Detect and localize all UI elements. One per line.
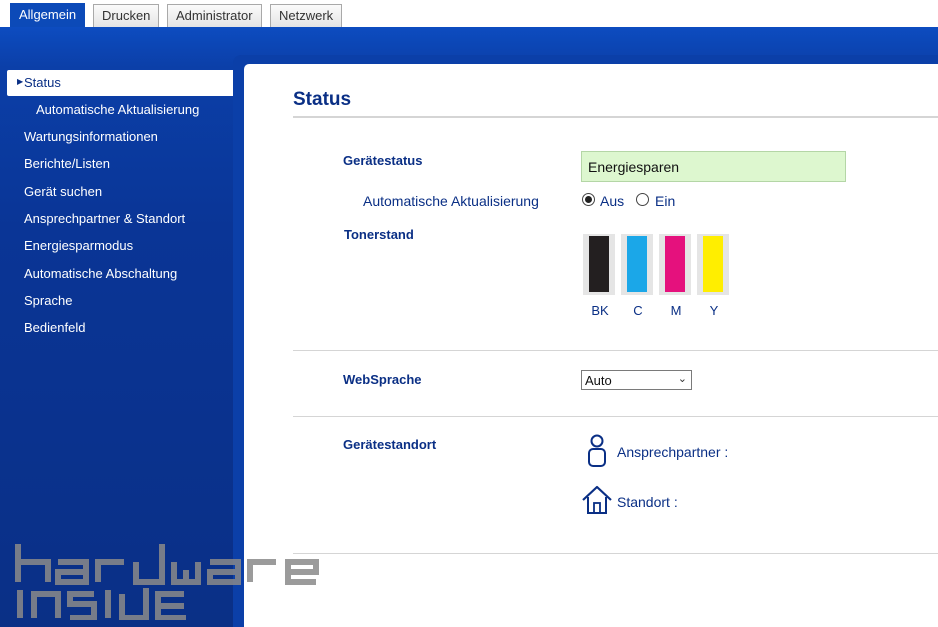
divider [293, 553, 938, 554]
tab-netzwerk[interactable]: Netzwerk [270, 4, 343, 27]
tab-allgemein[interactable]: Allgemein [10, 3, 86, 30]
sidebar-item-auto-update[interactable]: Automatische Aktualisierung [36, 102, 199, 117]
toner-m-label: M [670, 303, 682, 318]
device-status-label: Gerätestatus [343, 153, 423, 168]
toner-bk-ink [589, 236, 609, 292]
toner-bk-gauge [583, 234, 615, 295]
caret-right-icon: ▶ [17, 77, 24, 86]
device-status-value: Energiesparen [581, 151, 846, 182]
toner-y-gauge [697, 234, 729, 295]
home-icon [582, 485, 612, 514]
web-language-value: Auto [585, 373, 612, 388]
web-language-select[interactable]: Auto ⌄ [581, 370, 692, 390]
divider [293, 416, 938, 417]
toner-bk-label: BK [591, 303, 609, 318]
tab-administrator[interactable]: Administrator [167, 4, 262, 27]
auto-update-on-radio[interactable] [636, 193, 649, 206]
auto-update-off-radio[interactable] [582, 193, 595, 206]
chevron-down-icon: ⌄ [677, 373, 687, 385]
tab-drucken[interactable]: Drucken [93, 4, 160, 27]
toner-m-gauge [659, 234, 691, 295]
auto-update-label: Automatische Aktualisierung [363, 193, 539, 209]
page-title: Status [293, 89, 352, 110]
sidebar-item-maintenance[interactable]: Wartungsinformationen [24, 129, 158, 144]
sidebar-item-auto-power-off[interactable]: Automatische Abschaltung [24, 266, 177, 281]
auto-update-on-label[interactable]: Ein [655, 193, 675, 209]
sidebar-item-control-panel[interactable]: Bedienfeld [24, 320, 85, 335]
auto-update-off-label[interactable]: Aus [600, 193, 624, 209]
sidebar-item-label: Status [24, 75, 61, 90]
divider [293, 350, 938, 351]
toner-c-gauge [621, 234, 653, 295]
location-label: Gerätestandort [343, 437, 437, 452]
watermark-logo [15, 544, 319, 620]
sidebar-item-reports[interactable]: Berichte/Listen [24, 156, 110, 171]
sidebar-item-power-save[interactable]: Energiesparmodus [24, 238, 133, 253]
toner-y-ink [703, 236, 723, 292]
toner-c-label: C [633, 303, 643, 318]
top-tab-bar: Allgemein Drucken Administrator Netzwerk [0, 0, 938, 30]
site-label: Standort : [617, 494, 678, 510]
divider [293, 116, 938, 118]
toner-label: Tonerstand [344, 227, 414, 242]
sidebar-item-language[interactable]: Sprache [24, 293, 72, 308]
web-language-label: WebSprache [343, 372, 422, 387]
toner-y-label: Y [709, 303, 719, 318]
sidebar-item-find-device[interactable]: Gerät suchen [24, 184, 102, 199]
sidebar-item-contact-location[interactable]: Ansprechpartner & Standort [24, 211, 185, 226]
contact-label: Ansprechpartner : [617, 444, 729, 460]
sidebar-item-status[interactable]: ▶ Status [7, 70, 236, 96]
contact-person-icon [588, 434, 606, 467]
content-area [244, 64, 938, 627]
toner-c-ink [627, 236, 647, 292]
toner-m-ink [665, 236, 685, 292]
